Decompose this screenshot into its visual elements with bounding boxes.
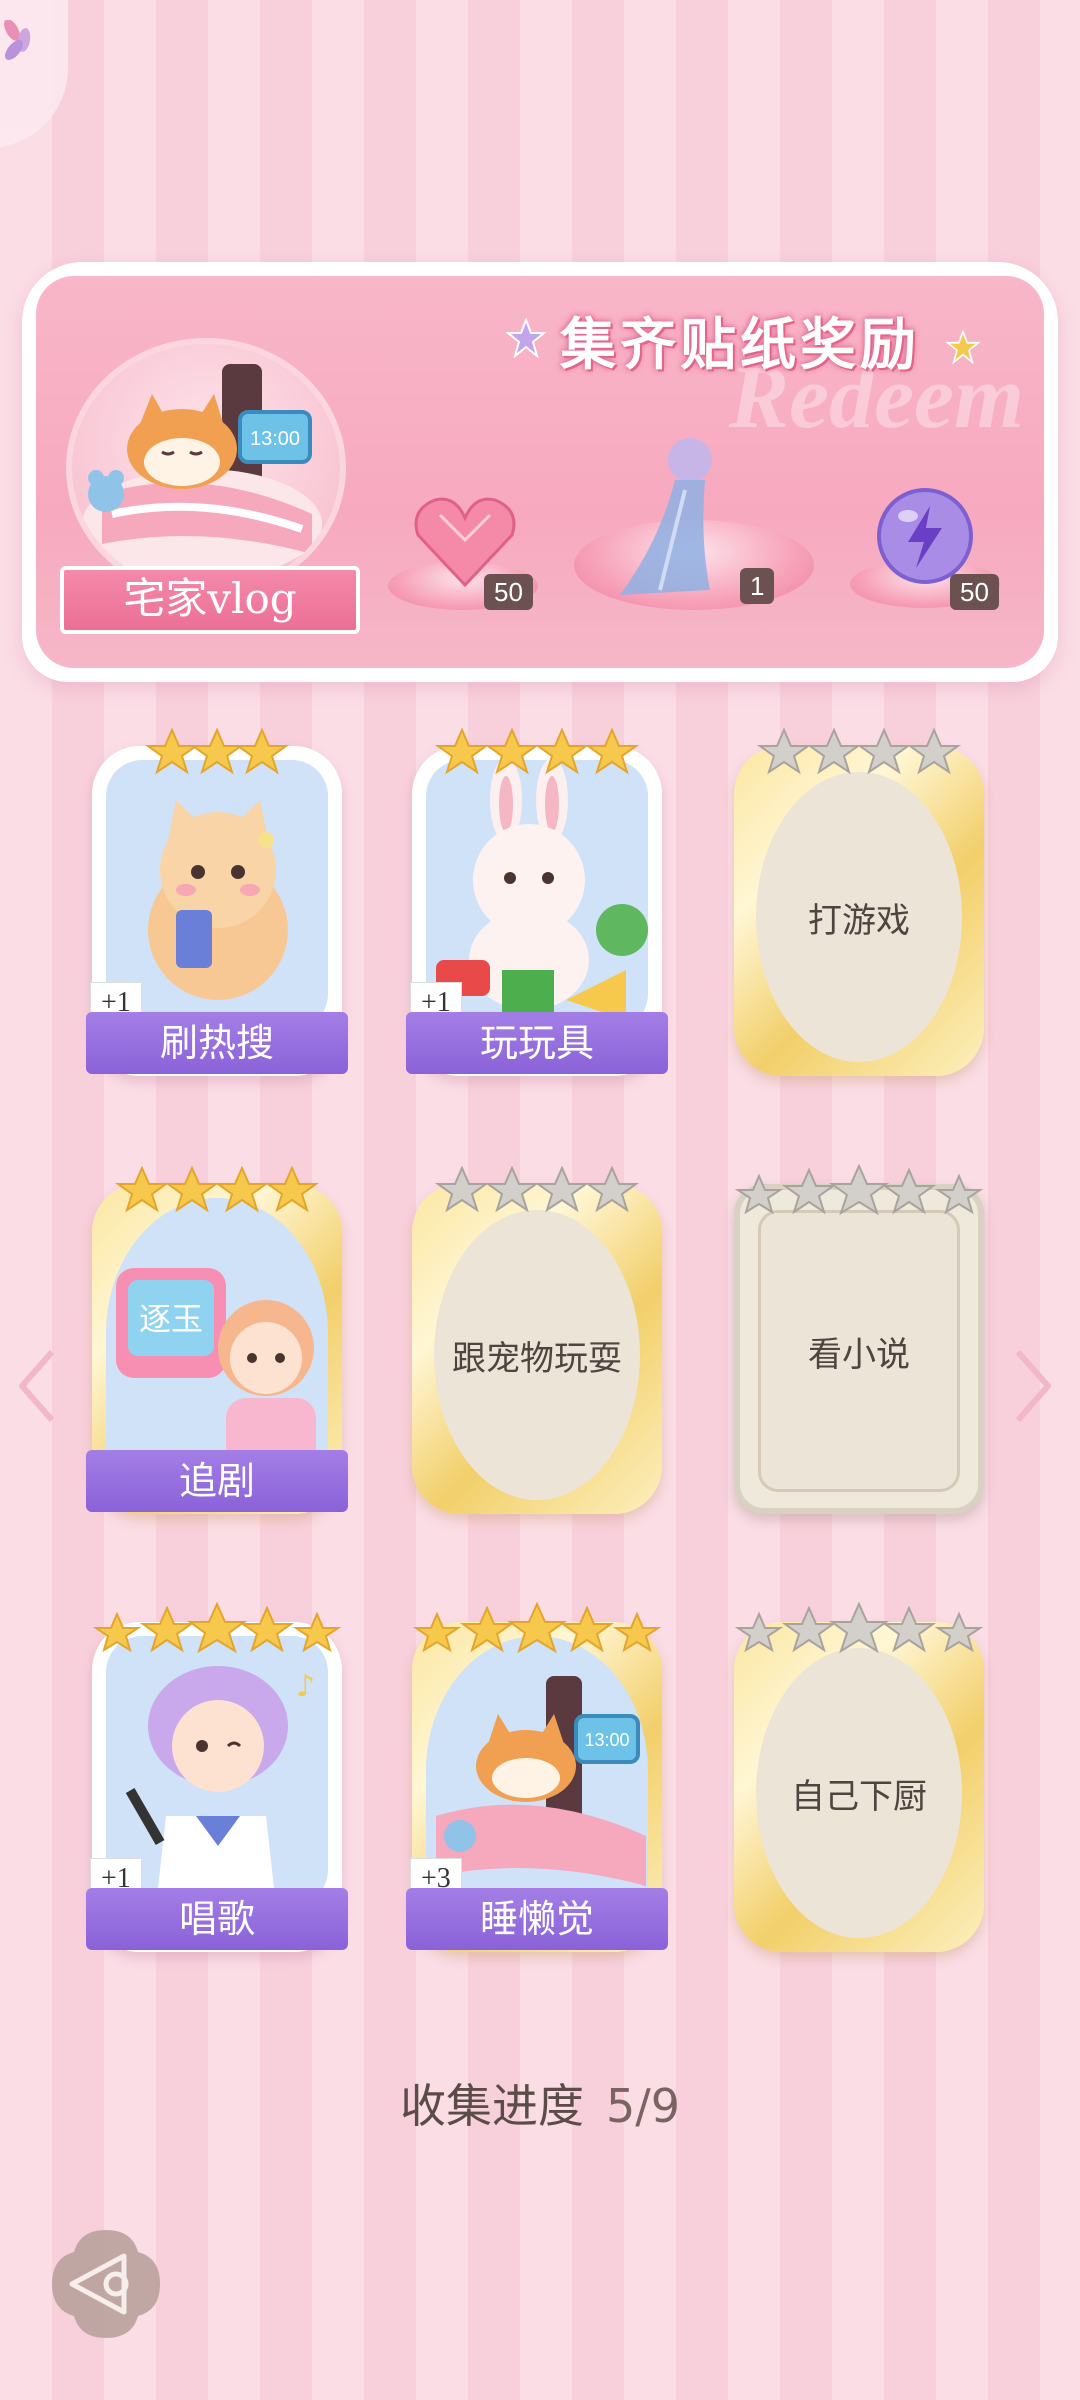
card-label: 追剧 [86,1450,348,1512]
card-placeholder: 跟宠物玩耍 [434,1210,640,1500]
banner-title: 集齐贴纸奖励 [560,312,920,378]
card-label: 唱歌 [86,1888,348,1950]
energy-orb-icon[interactable] [870,486,980,586]
star-rating-4-silver [434,1165,640,1213]
progress-value: 5/9 [605,2079,681,2133]
sticker-card-play-toys[interactable]: +1 玩玩具 [406,726,668,1076]
sticker-card-read-novel[interactable]: 看小说 [734,1164,984,1514]
sticker-card-watch-drama[interactable]: 逐玉 追剧 [86,1164,348,1514]
clock-time-label: 13:00 [584,1730,629,1750]
progress-label: 收集进度 [399,2079,584,2133]
reward-count-heart: 50 [484,574,533,610]
collection-progress: 收集进度 5/9 [0,2070,1080,2136]
sticker-card-refresh-trending[interactable]: +1 刷热搜 [86,726,348,1076]
star-rating-4-gold [434,727,640,775]
card-placeholder: 看小说 [758,1210,960,1492]
sleeping-corgi-illustration: 13:00 [82,364,322,579]
card-label: 自己下厨 [791,1776,927,1817]
star-rating-5-gold [412,1602,662,1654]
card-label: 跟宠物玩耍 [452,1338,622,1379]
sticker-card-sleep-in[interactable]: 13:00 +3 睡懒觉 [406,1602,668,1952]
reward-count-orb: 50 [950,574,999,610]
clock-time-label: 13:00 [250,428,300,450]
sticker-card-cook[interactable]: 自己下厨 [734,1602,984,1952]
card-label: 玩玩具 [406,1012,668,1074]
card-placeholder: 打游戏 [756,772,962,1062]
purple-star-icon [506,318,546,358]
card-label: 看小说 [808,1334,910,1375]
theme-avatar: 13:00 [66,338,346,598]
star-rating-5-silver [734,1602,984,1654]
fan-icon [4,20,31,60]
gold-star-icon [946,330,980,364]
tv-screen-text: 逐玉 [139,1300,203,1338]
star-rating-5-gold [92,1602,342,1654]
girl-tv-illustration: 逐玉 [106,1198,328,1468]
star-rating-3-gold [144,727,290,775]
sticker-card-sing[interactable]: ♪ +1 唱歌 [86,1602,348,1952]
card-label: 打游戏 [808,900,910,941]
star-rating-4-gold [114,1165,320,1213]
theme-label: 宅家vlog [60,566,360,634]
star-rating-4-silver [756,727,962,775]
card-placeholder: 自己下厨 [756,1648,962,1938]
svg-text:♪: ♪ [296,1669,315,1704]
card-label: 刷热搜 [86,1012,348,1074]
reward-count-outfit: 1 [740,568,775,604]
star-rating-5-silver [734,1164,984,1216]
prev-page-arrow-icon[interactable] [14,1346,58,1426]
outfit-figure-icon[interactable] [600,430,740,600]
next-page-arrow-icon[interactable] [1012,1346,1056,1426]
back-button[interactable] [48,2226,164,2342]
card-label: 睡懒觉 [406,1888,668,1950]
menu-corner-button[interactable] [0,0,68,148]
sticker-card-play-games[interactable]: 打游戏 [734,726,984,1076]
sticker-card-play-with-pet[interactable]: 跟宠物玩耍 [412,1164,662,1514]
